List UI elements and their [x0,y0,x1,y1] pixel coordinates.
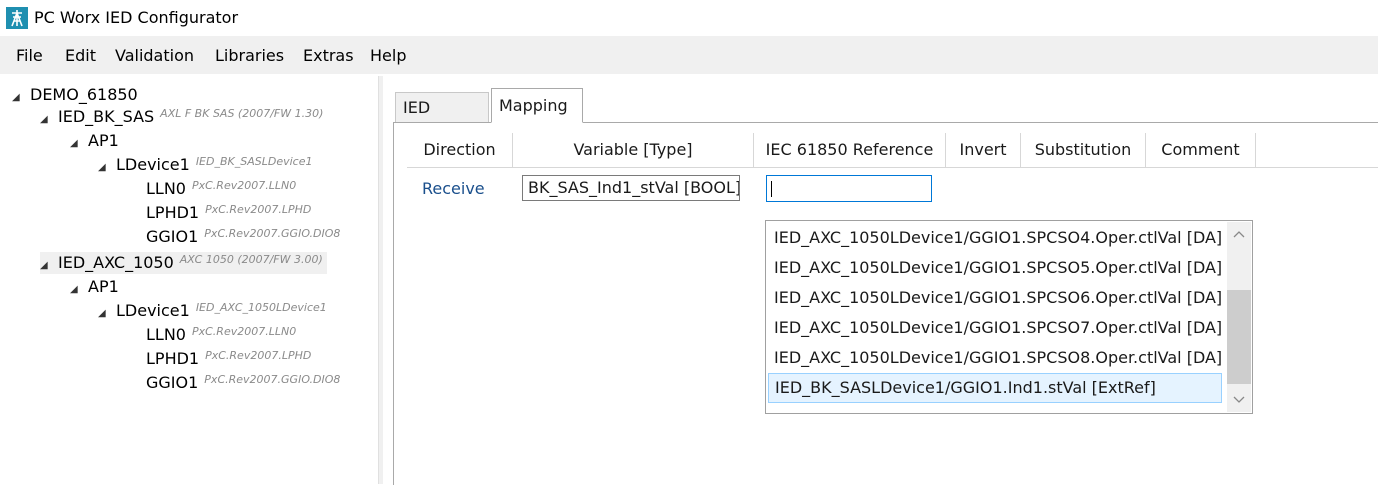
menu-help[interactable]: Help [370,46,406,65]
column-header-direction[interactable]: Direction [407,133,513,167]
text-caret [771,181,772,197]
menu-validation[interactable]: Validation [115,46,194,65]
variable-cell[interactable]: BK_SAS_Ind1_stVal [BOOL] [522,175,740,201]
direction-cell[interactable]: Receive [422,179,485,198]
list-item[interactable]: IED_AXC_1050LDevice1/GGIO1.SPCSO6.Oper.c… [774,283,1222,313]
tree-node-lln0[interactable]: LLN0 PxC.Rev2007.LLN0 [146,324,296,346]
mapping-tab-content: Direction Variable [Type] IEC 61850 Refe… [393,122,1378,485]
tree-node-ap1[interactable]: ◢ AP1 [70,130,119,152]
list-item[interactable]: IED_AXC_1050LDevice1/GGIO1.SPCSO7.Oper.c… [774,313,1222,343]
tree-node-ied-axc-1050[interactable]: ◢ IED_AXC_1050 AXC 1050 (2007/FW 3.00) [40,252,327,274]
window-title: PC Worx IED Configurator [34,8,239,27]
tab-ied-editor[interactable]: IED Editor [395,92,489,147]
list-item[interactable]: IED_AXC_1050LDevice1/GGIO1.SPCSO8.Oper.c… [774,343,1222,373]
list-item[interactable]: IED_AXC_1050LDevice1/GGIO1.SPCSO4.Oper.c… [774,223,1222,253]
tree-node-lln0[interactable]: LLN0 PxC.Rev2007.LLN0 [146,178,296,200]
tree-node-ggio1[interactable]: GGIO1 PxC.Rev2007.GGIO.DIO8 [146,226,340,248]
column-header-substitution[interactable]: Substitution [1021,133,1146,167]
title-bar: PC Worx IED Configurator [0,0,1378,35]
iec-reference-input[interactable] [766,175,932,202]
tree-node-ldevice1[interactable]: ◢ LDevice1 IED_BK_SASLDevice1 [98,154,312,176]
list-item[interactable]: IED_AXC_1050LDevice1/GGIO1.SPCSO5.Oper.c… [774,253,1222,283]
tree-node-ied-bk-sas[interactable]: ◢ IED_BK_SAS AXL F BK SAS (2007/FW 1.30) [40,106,323,128]
tree-node-lphd1[interactable]: LPHD1 PxC.Rev2007.LPHD [146,348,311,370]
chevron-down-icon[interactable] [1232,392,1246,406]
triangle-expanded-icon[interactable]: ◢ [98,303,110,325]
tree-node-demo-61850[interactable]: ◢ DEMO_61850 [12,84,138,106]
triangle-expanded-icon[interactable]: ◢ [40,109,52,131]
menu-extras[interactable]: Extras [303,46,354,65]
scrollbar-thumb[interactable] [1227,290,1251,384]
list-item-selected[interactable]: IED_BK_SASLDevice1/GGIO1.Ind1.stVal [Ext… [768,373,1222,403]
tree-node-lphd1[interactable]: LPHD1 PxC.Rev2007.LPHD [146,202,311,224]
menu-file[interactable]: File [16,46,43,65]
column-header-variable[interactable]: Variable [Type] [513,133,754,167]
triangle-expanded-icon[interactable]: ◢ [70,279,82,301]
editor-panel: IED Editor Mapping Direction Variable [T… [383,76,1378,485]
menu-edit[interactable]: Edit [65,46,96,65]
chevron-up-icon[interactable] [1232,228,1246,242]
power-tower-icon [6,7,28,29]
tab-mapping[interactable]: Mapping [491,88,583,123]
triangle-expanded-icon[interactable]: ◢ [12,87,24,109]
reference-dropdown-list: IED_AXC_1050LDevice1/GGIO1.SPCSO4.Oper.c… [765,220,1253,414]
menu-bar: File Edit Validation Libraries Extras He… [0,36,1378,74]
menu-libraries[interactable]: Libraries [215,46,284,65]
project-tree: ◢ DEMO_61850 ◢ IED_BK_SAS AXL F BK SAS (200… [0,76,378,484]
triangle-expanded-icon[interactable]: ◢ [70,133,82,155]
tree-node-ggio1[interactable]: GGIO1 PxC.Rev2007.GGIO.DIO8 [146,372,340,394]
dropdown-scrollbar[interactable] [1227,222,1251,412]
triangle-expanded-icon[interactable]: ◢ [40,255,52,277]
tree-node-ap1[interactable]: ◢ AP1 [70,276,119,298]
tree-node-ldevice1[interactable]: ◢ LDevice1 IED_AXC_1050LDevice1 [98,300,327,322]
grid-header: Direction Variable [Type] IEC 61850 Refe… [407,133,1378,168]
column-header-iec-reference[interactable]: IEC 61850 Reference [754,133,946,167]
column-header-invert[interactable]: Invert [946,133,1021,167]
column-header-comment[interactable]: Comment [1146,133,1256,167]
triangle-expanded-icon[interactable]: ◢ [98,157,110,179]
